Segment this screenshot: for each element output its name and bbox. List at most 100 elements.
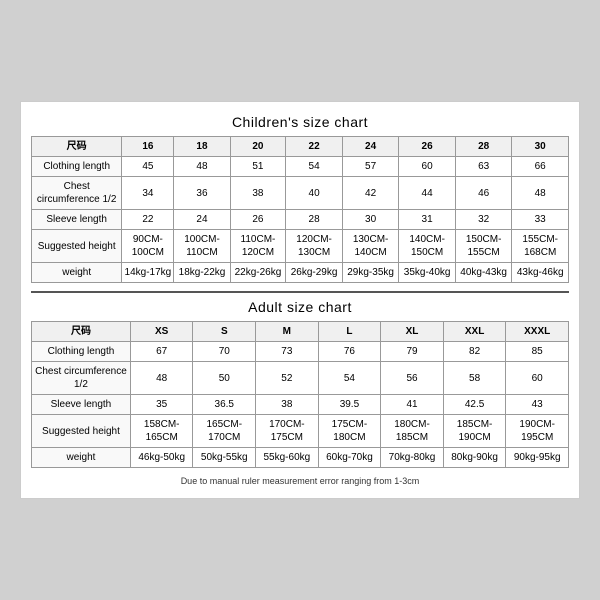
col-header: XXXL [506, 322, 569, 342]
cell-value: 36 [174, 177, 230, 210]
cell-value: 110CM-120CM [230, 230, 286, 263]
cell-value: 120CM-130CM [286, 230, 343, 263]
cell-value: 29kg-35kg [342, 263, 399, 283]
cell-value: 60 [399, 157, 456, 177]
row-label: weight [32, 263, 122, 283]
cell-value: 150CM-155CM [455, 230, 512, 263]
cell-value: 158CM-165CM [130, 415, 193, 448]
row-label: Suggested height [32, 415, 131, 448]
cell-value: 54 [286, 157, 343, 177]
cell-value: 56 [381, 362, 444, 395]
row-label: Clothing length [32, 157, 122, 177]
cell-value: 66 [512, 157, 569, 177]
cell-value: 22 [122, 210, 174, 230]
cell-value: 35 [130, 395, 193, 415]
row-label: Chest circumference 1/2 [32, 362, 131, 395]
table-row: Chest circumference 1/23436384042444648 [32, 177, 569, 210]
cell-value: 50kg-55kg [193, 448, 256, 468]
col-header: 18 [174, 137, 230, 157]
row-label: Sleeve length [32, 395, 131, 415]
table-row: weight14kg-17kg18kg-22kg22kg-26kg26kg-29… [32, 263, 569, 283]
row-label: Chest circumference 1/2 [32, 177, 122, 210]
cell-value: 175CM-180CM [318, 415, 381, 448]
cell-value: 79 [381, 342, 444, 362]
col-header: 22 [286, 137, 343, 157]
children-table: 尺码1618202224262830Clothing length4548515… [31, 136, 569, 283]
cell-value: 22kg-26kg [230, 263, 286, 283]
cell-value: 46kg-50kg [130, 448, 193, 468]
cell-value: 43 [506, 395, 569, 415]
cell-value: 43kg-46kg [512, 263, 569, 283]
cell-value: 165CM-170CM [193, 415, 256, 448]
cell-value: 31 [399, 210, 456, 230]
cell-value: 60kg-70kg [318, 448, 381, 468]
cell-value: 185CM-190CM [443, 415, 506, 448]
cell-value: 40kg-43kg [455, 263, 512, 283]
cell-value: 48 [174, 157, 230, 177]
col-header: 26 [399, 137, 456, 157]
cell-value: 54 [318, 362, 381, 395]
cell-value: 85 [506, 342, 569, 362]
cell-value: 58 [443, 362, 506, 395]
section-divider [31, 291, 569, 293]
cell-value: 34 [122, 177, 174, 210]
cell-value: 57 [342, 157, 399, 177]
cell-value: 60 [506, 362, 569, 395]
table-row: Chest circumference 1/248505254565860 [32, 362, 569, 395]
cell-value: 42 [342, 177, 399, 210]
children-title: Children's size chart [31, 114, 569, 130]
cell-value: 73 [256, 342, 319, 362]
cell-value: 90CM-100CM [122, 230, 174, 263]
cell-value: 76 [318, 342, 381, 362]
row-label: Sleeve length [32, 210, 122, 230]
cell-value: 48 [512, 177, 569, 210]
chart-container: Children's size chart 尺码1618202224262830… [20, 101, 580, 499]
cell-value: 36.5 [193, 395, 256, 415]
cell-value: 55kg-60kg [256, 448, 319, 468]
cell-value: 45 [122, 157, 174, 177]
cell-value: 90kg-95kg [506, 448, 569, 468]
cell-value: 26 [230, 210, 286, 230]
cell-value: 42.5 [443, 395, 506, 415]
row-label: weight [32, 448, 131, 468]
adult-table: 尺码XSSMLXLXXLXXXLClothing length677073767… [31, 321, 569, 468]
cell-value: 63 [455, 157, 512, 177]
table-row: Suggested height158CM-165CM165CM-170CM17… [32, 415, 569, 448]
cell-value: 30 [342, 210, 399, 230]
cell-value: 35kg-40kg [399, 263, 456, 283]
cell-value: 67 [130, 342, 193, 362]
cell-value: 32 [455, 210, 512, 230]
cell-value: 180CM-185CM [381, 415, 444, 448]
cell-value: 33 [512, 210, 569, 230]
col-header: 尺码 [32, 322, 131, 342]
cell-value: 26kg-29kg [286, 263, 343, 283]
cell-value: 130CM-140CM [342, 230, 399, 263]
cell-value: 41 [381, 395, 444, 415]
cell-value: 51 [230, 157, 286, 177]
col-header: L [318, 322, 381, 342]
col-header: XS [130, 322, 193, 342]
cell-value: 38 [256, 395, 319, 415]
cell-value: 80kg-90kg [443, 448, 506, 468]
cell-value: 70kg-80kg [381, 448, 444, 468]
table-row: Clothing length4548515457606366 [32, 157, 569, 177]
cell-value: 48 [130, 362, 193, 395]
col-header: M [256, 322, 319, 342]
row-label: Clothing length [32, 342, 131, 362]
cell-value: 82 [443, 342, 506, 362]
cell-value: 14kg-17kg [122, 263, 174, 283]
cell-value: 28 [286, 210, 343, 230]
col-header: 24 [342, 137, 399, 157]
cell-value: 39.5 [318, 395, 381, 415]
cell-value: 44 [399, 177, 456, 210]
cell-value: 38 [230, 177, 286, 210]
cell-value: 40 [286, 177, 343, 210]
col-header: 尺码 [32, 137, 122, 157]
table-row: Sleeve length2224262830313233 [32, 210, 569, 230]
table-row: Clothing length67707376798285 [32, 342, 569, 362]
cell-value: 50 [193, 362, 256, 395]
col-header: 28 [455, 137, 512, 157]
cell-value: 100CM-110CM [174, 230, 230, 263]
col-header: XL [381, 322, 444, 342]
cell-value: 170CM-175CM [256, 415, 319, 448]
